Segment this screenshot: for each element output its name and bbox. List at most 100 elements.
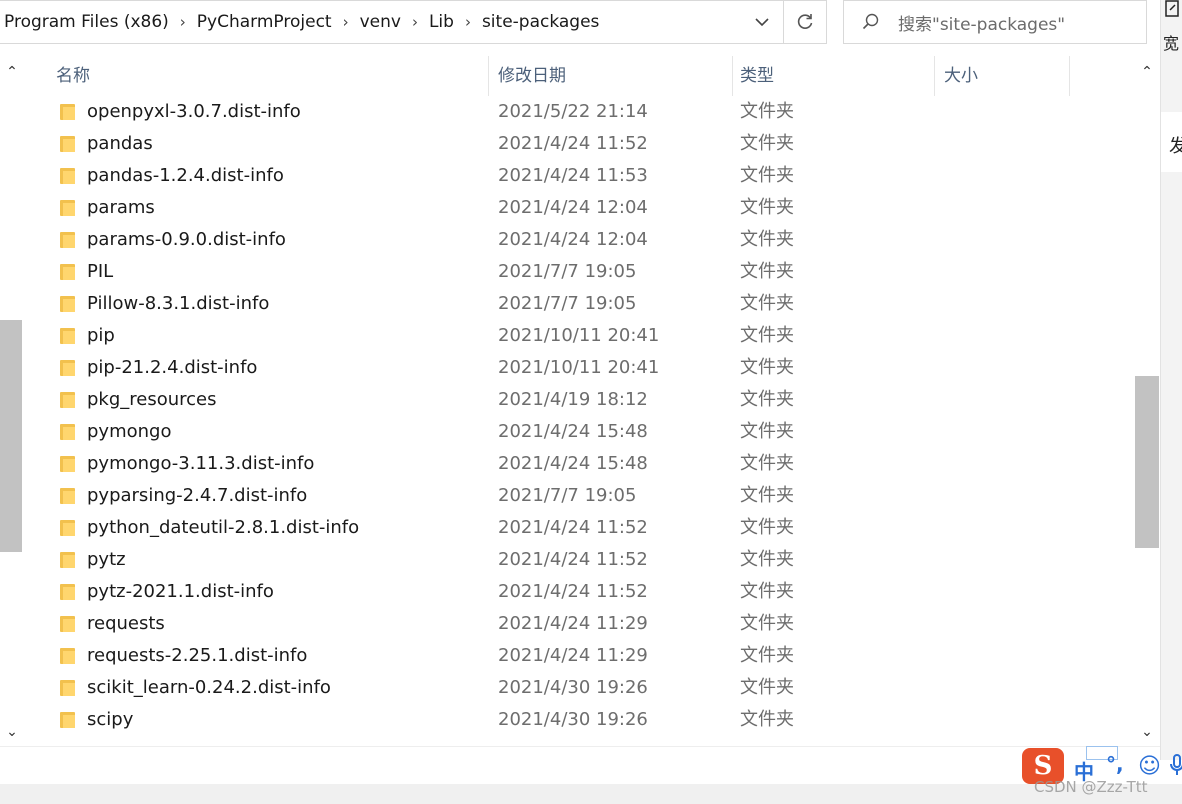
scroll-up-icon[interactable]: ⌃ [0,64,24,84]
table-row[interactable]: pymongo 2021/4/24 15:48 文件夹 [0,416,1130,448]
folder-icon [60,520,75,536]
column-divider[interactable] [934,56,935,96]
chevron-right-icon[interactable]: › [465,13,471,31]
breadcrumb-item-pycharmproject[interactable]: PyCharmProject [197,12,332,32]
column-divider[interactable] [732,56,733,96]
folder-icon [60,616,75,632]
file-name: scipy [87,709,134,730]
file-name: params-0.9.0.dist-info [87,229,286,250]
edit-icon[interactable] [1165,0,1181,20]
folder-icon [60,584,75,600]
file-name: openpyxl-3.0.7.dist-info [87,101,301,122]
folder-icon [60,680,75,696]
table-row[interactable]: requests-2.25.1.dist-info 2021/4/24 11:29… [0,640,1130,672]
breadcrumb-item-venv[interactable]: venv [360,12,401,32]
file-name: pip [87,325,115,346]
file-type: 文件夹 [740,517,794,538]
table-row[interactable]: pandas 2021/4/24 11:52 文件夹 [0,128,1130,160]
table-row[interactable]: python_dateutil-2.8.1.dist-info 2021/4/24… [0,512,1130,544]
column-header-size[interactable]: 大小 [938,56,1068,96]
table-row[interactable]: pip-21.2.4.dist-info 2021/10/11 20:41 文件夹 [0,352,1130,384]
file-name: python_dateutil-2.8.1.dist-info [87,517,360,538]
file-modified-date: 2021/4/24 11:29 [498,645,648,666]
breadcrumb: Program Files (x86) › PyCharmProject › v… [0,1,741,43]
table-row[interactable]: scipy 2021/4/30 19:26 文件夹 [0,704,1130,736]
table-row[interactable]: params 2021/4/24 12:04 文件夹 [0,192,1130,224]
table-row[interactable]: pytz 2021/4/24 11:52 文件夹 [0,544,1130,576]
search-placeholder: 搜索"site-packages" [898,14,1066,35]
ime-punctuation-toggle[interactable]: °, [1106,752,1124,776]
folder-icon [60,712,75,728]
file-name: pkg_resources [87,389,217,410]
folder-icon [60,648,75,664]
scroll-thumb[interactable] [1135,376,1159,548]
file-modified-date: 2021/4/24 12:04 [498,229,648,250]
table-row[interactable]: PIL 2021/7/7 19:05 文件夹 [0,256,1130,288]
column-divider[interactable] [1069,56,1070,96]
breadcrumb-item-site-packages[interactable]: site-packages [482,12,599,32]
folder-icon [60,232,75,248]
file-modified-date: 2021/4/24 11:53 [498,165,648,186]
file-name: pytz-2021.1.dist-info [87,581,274,602]
side-label-2: 发 [1169,132,1182,158]
scroll-up-icon[interactable]: ⌃ [1135,64,1159,84]
file-modified-date: 2021/4/24 15:48 [498,421,648,442]
chevron-right-icon[interactable]: › [180,13,186,31]
file-name: PIL [87,261,114,282]
refresh-button[interactable] [783,1,826,43]
table-row[interactable]: Pillow-8.3.1.dist-info 2021/7/7 19:05 文件夹 [0,288,1130,320]
file-type: 文件夹 [740,581,794,602]
file-name: requests [87,613,165,634]
microphone-icon[interactable] [1170,754,1182,781]
folder-icon [60,424,75,440]
file-modified-date: 2021/4/24 12:04 [498,197,648,218]
file-type: 文件夹 [740,197,794,218]
breadcrumb-item-program-files[interactable]: Program Files (x86) [4,12,169,32]
breadcrumb-item-lib[interactable]: Lib [429,12,454,32]
table-row[interactable]: pandas-1.2.4.dist-info 2021/4/24 11:53 文件夹 [0,160,1130,192]
table-row[interactable]: params-0.9.0.dist-info 2021/4/24 12:04 文件夹 [0,224,1130,256]
file-type: 文件夹 [740,421,794,442]
file-type: 文件夹 [740,645,794,666]
table-row[interactable]: requests 2021/4/24 11:29 文件夹 [0,608,1130,640]
chevron-right-icon[interactable]: › [412,13,418,31]
column-header-date[interactable]: 修改日期 [492,56,732,96]
table-row[interactable]: pyparsing-2.4.7.dist-info 2021/7/7 19:05 文… [0,480,1130,512]
address-bar[interactable]: Program Files (x86) › PyCharmProject › v… [0,0,827,44]
column-header-name[interactable]: 名称 [50,56,488,96]
file-type: 文件夹 [740,709,794,730]
file-name: pytz [87,549,126,570]
column-header-type[interactable]: 类型 [734,56,934,96]
right-scrollbar[interactable]: ⌃ ⌄ [1134,56,1160,746]
file-type: 文件夹 [740,485,794,506]
file-rows: openpyxl-3.0.7.dist-info 2021/5/22 21:14 文… [0,96,1130,736]
column-divider[interactable] [488,56,489,96]
file-modified-date: 2021/4/24 11:52 [498,517,648,538]
file-modified-date: 2021/10/11 20:41 [498,325,660,346]
file-name: pymongo [87,421,172,442]
file-list: ⌃ ⌄ ^ 名称 修改日期 类型 大小 openpyxl-3.0.7.dist-… [0,56,1160,746]
folder-icon [60,392,75,408]
folder-icon [60,264,75,280]
file-name: requests-2.25.1.dist-info [87,645,308,666]
file-name: Pillow-8.3.1.dist-info [87,293,270,314]
emoji-icon[interactable]: ☺ [1138,754,1161,779]
file-type: 文件夹 [740,325,794,346]
file-type: 文件夹 [740,549,794,570]
address-history-button[interactable] [741,1,783,43]
table-row[interactable]: pymongo-3.11.3.dist-info 2021/4/24 15:48 文… [0,448,1130,480]
file-type: 文件夹 [740,133,794,154]
table-row[interactable]: scikit_learn-0.24.2.dist-info 2021/4/30 1… [0,672,1130,704]
folder-icon [60,360,75,376]
scroll-down-icon[interactable]: ⌄ [1135,724,1159,744]
table-row[interactable]: pytz-2021.1.dist-info 2021/4/24 11:52 文件夹 [0,576,1130,608]
table-row[interactable]: pip 2021/10/11 20:41 文件夹 [0,320,1130,352]
chevron-right-icon[interactable]: › [343,13,349,31]
file-modified-date: 2021/7/7 19:05 [498,485,637,506]
folder-icon [60,136,75,152]
search-input[interactable]: 搜索"site-packages" [843,0,1147,44]
table-row[interactable]: openpyxl-3.0.7.dist-info 2021/5/22 21:14 文… [0,96,1130,128]
file-type: 文件夹 [740,229,794,250]
table-row[interactable]: pkg_resources 2021/4/19 18:12 文件夹 [0,384,1130,416]
chevron-down-icon [755,17,769,26]
